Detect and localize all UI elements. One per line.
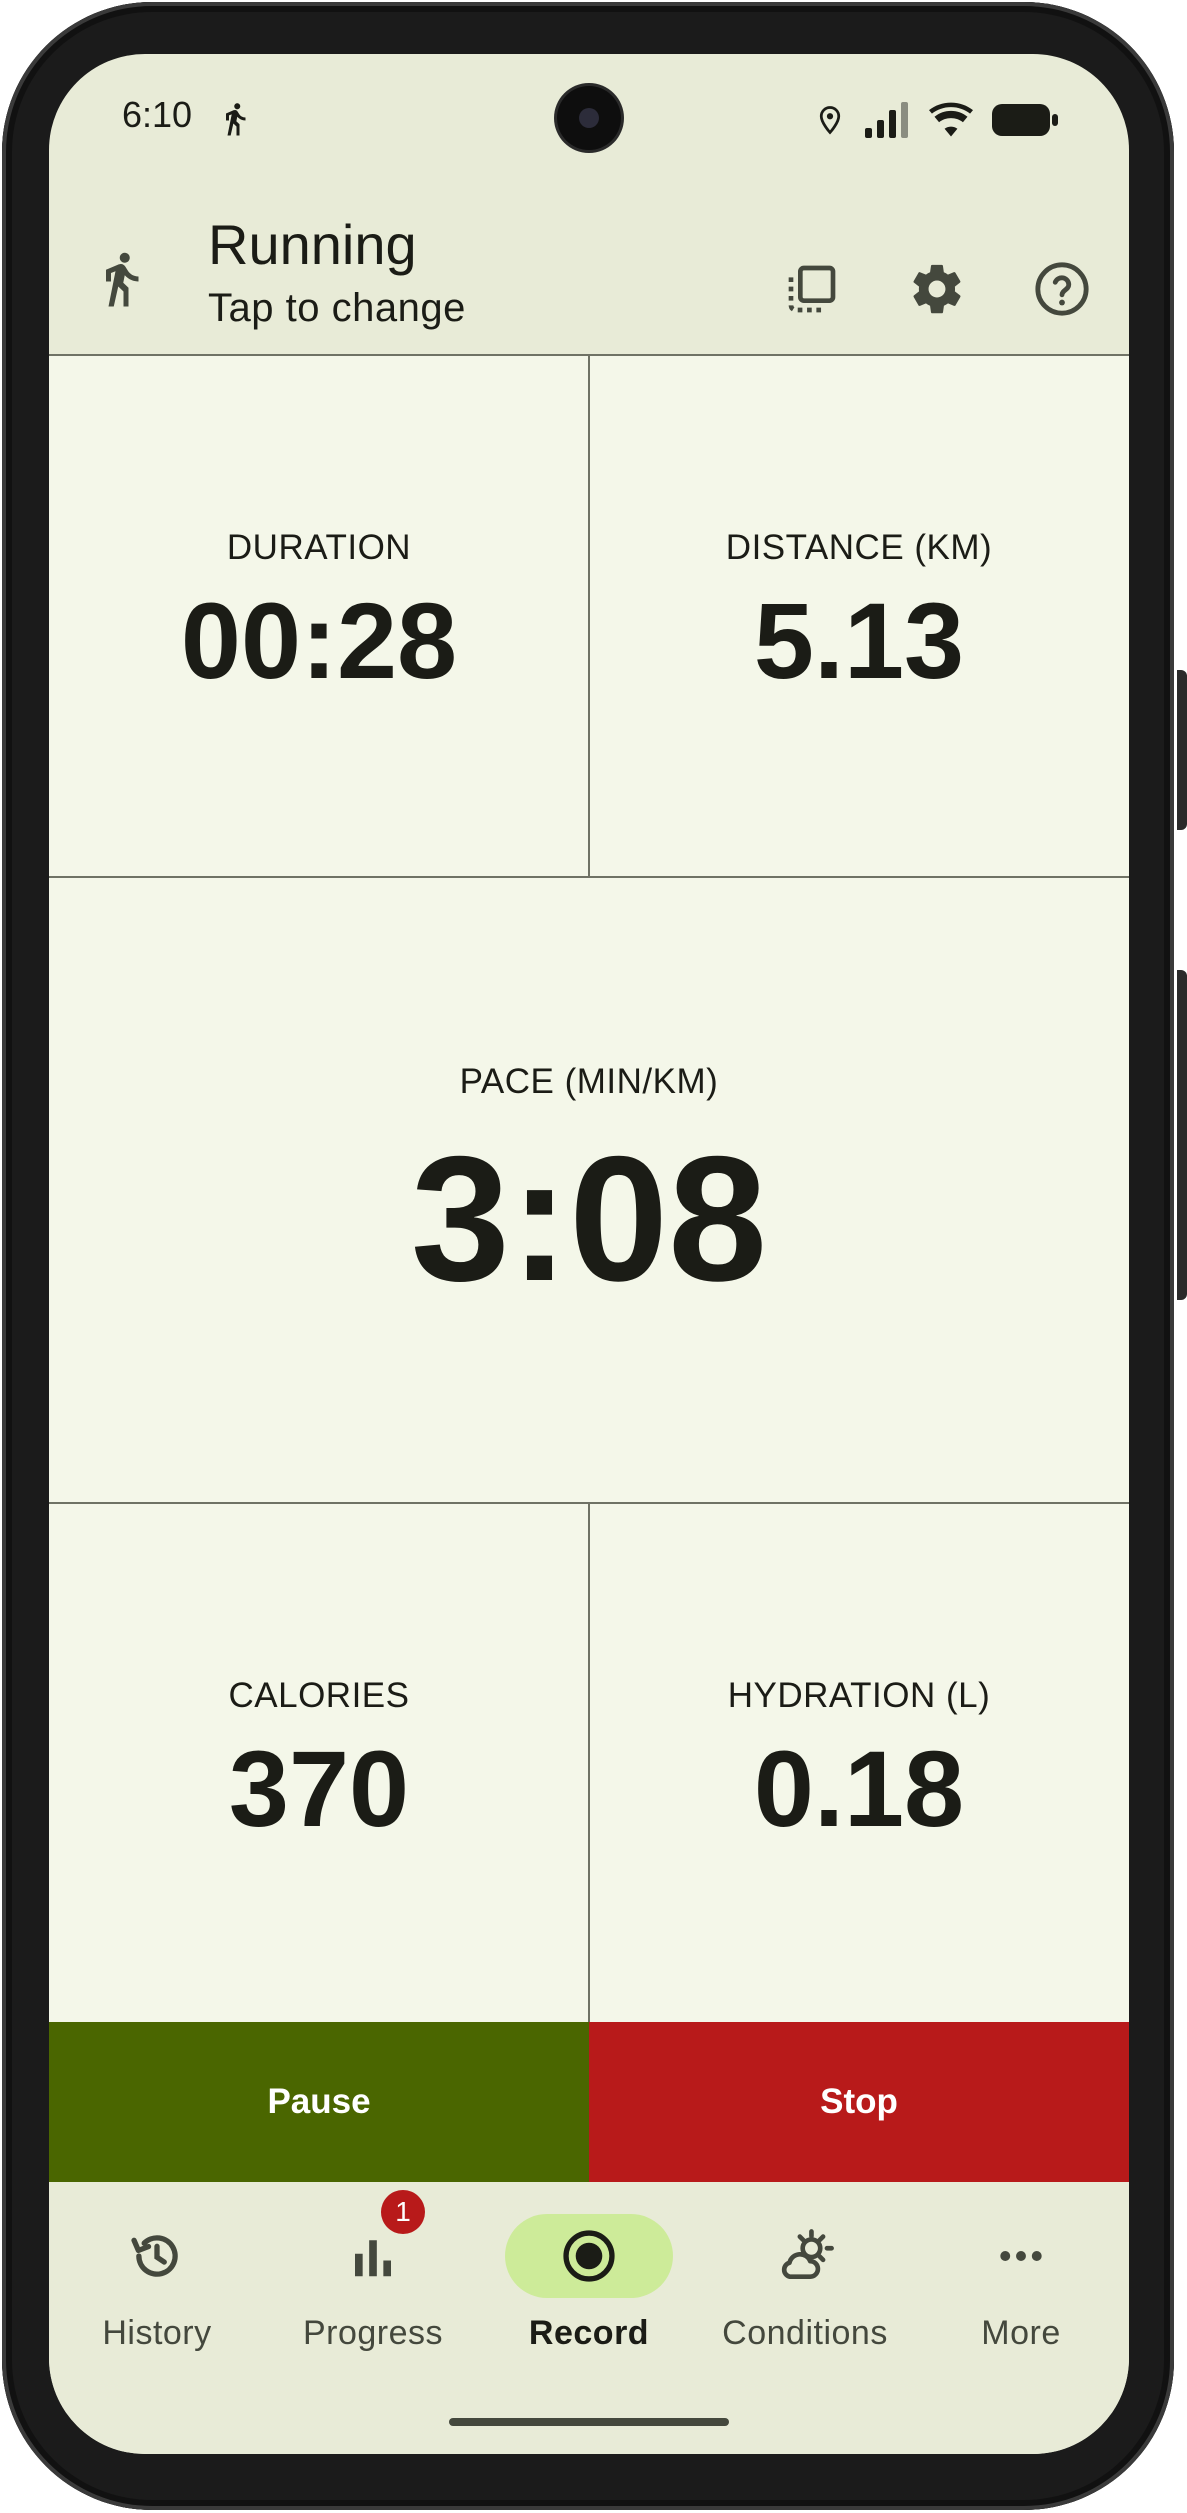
- nav-label-history: History: [102, 2314, 212, 2352]
- pace-label: PACE (MIN/KM): [459, 1061, 719, 1101]
- bar-chart-icon: [355, 2240, 391, 2277]
- progress-badge: 1: [381, 2190, 425, 2234]
- stop-button[interactable]: Stop: [589, 2022, 1129, 2182]
- nav-label-conditions: Conditions: [722, 2314, 888, 2352]
- distance-cell[interactable]: DISTANCE (KM) 5.13: [589, 354, 1129, 876]
- nav-label-progress: Progress: [302, 2314, 444, 2352]
- nav-icon-container: [505, 2214, 673, 2298]
- select-layout-button[interactable]: [777, 254, 847, 324]
- grid-divider: [588, 1502, 590, 2022]
- nav-icon-container: [937, 2214, 1105, 2298]
- activity-subtitle[interactable]: Tap to change: [208, 286, 466, 331]
- pace-value: 3:08: [410, 1118, 768, 1318]
- running-person-icon: [106, 252, 139, 307]
- volume-button: [1177, 670, 1187, 830]
- calories-cell[interactable]: CALORIES 370: [49, 1504, 589, 2022]
- nav-label-record: Record: [528, 2314, 650, 2352]
- nav-item-record[interactable]: Record: [481, 2182, 697, 2382]
- app-bar: Running Tap to change: [49, 54, 1129, 330]
- nav-item-more[interactable]: More: [913, 2182, 1129, 2382]
- hydration-cell[interactable]: HYDRATION (L) 0.18: [589, 1504, 1129, 2022]
- settings-button[interactable]: [902, 254, 972, 324]
- nav-label-more: More: [981, 2314, 1061, 2352]
- settings-gear-icon: [913, 264, 961, 314]
- distance-label: DISTANCE (KM): [725, 527, 993, 567]
- help-button[interactable]: [1027, 254, 1097, 324]
- nav-icon-container: [721, 2214, 889, 2298]
- calories-label: CALORIES: [228, 1675, 410, 1715]
- hydration-value: 0.18: [753, 1727, 965, 1849]
- pace-cell[interactable]: PACE (MIN/KM) 3:08: [49, 878, 1129, 1504]
- duration-cell[interactable]: DURATION 00:28: [49, 354, 589, 876]
- select-layout-icon: [788, 265, 836, 313]
- distance-value: 5.13: [753, 579, 965, 701]
- history-icon: [131, 2235, 178, 2277]
- bottom-navigation: History 1 Progress Record Conditions Mor…: [49, 2182, 1129, 2454]
- record-icon: [563, 2230, 615, 2282]
- hydration-label: HYDRATION (L): [727, 1675, 991, 1715]
- nav-item-conditions[interactable]: Conditions: [697, 2182, 913, 2382]
- help-icon: [1035, 262, 1089, 316]
- grid-divider: [588, 354, 590, 876]
- nav-item-history[interactable]: History: [49, 2182, 265, 2382]
- home-indicator[interactable]: [449, 2418, 729, 2426]
- activity-title[interactable]: Running: [208, 212, 417, 277]
- duration-label: DURATION: [226, 527, 412, 567]
- nav-item-progress[interactable]: 1 Progress: [265, 2182, 481, 2382]
- stats-grid: DURATION 00:28 DISTANCE (KM) 5.13 PACE (…: [49, 354, 1129, 2022]
- screen: 6:10 Running Tap to change DURATION 00:2…: [49, 54, 1129, 2454]
- duration-value: 00:28: [180, 579, 458, 701]
- power-button: [1177, 970, 1187, 1300]
- weather-conditions-icon: [781, 2229, 834, 2279]
- more-dots-icon: [1000, 2251, 1042, 2261]
- nav-icon-container: [73, 2214, 241, 2298]
- nav-icon-container: [289, 2214, 457, 2298]
- calories-value: 370: [228, 1727, 410, 1849]
- phone-device: 6:10 Running Tap to change DURATION 00:2…: [0, 0, 1187, 2513]
- pause-button[interactable]: Pause: [49, 2022, 589, 2182]
